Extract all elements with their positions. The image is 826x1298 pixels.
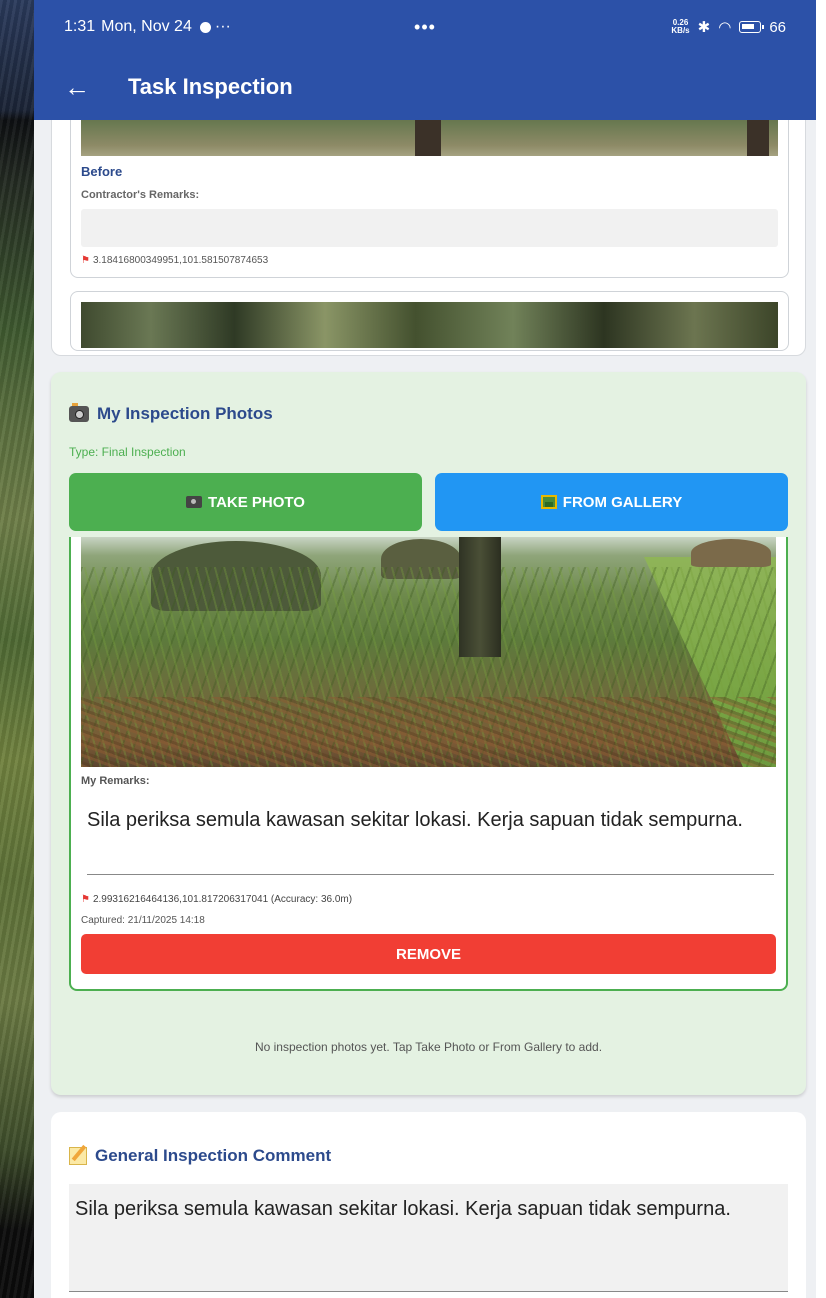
center-dots: ••• xyxy=(414,16,436,37)
general-comment-text: Sila periksa semula kawasan sekitar loka… xyxy=(75,1198,731,1220)
contractor-photo-image[interactable] xyxy=(81,120,778,156)
message-notification-icon xyxy=(199,21,211,33)
map-pin-icon: ⚑ xyxy=(81,894,90,905)
contractor-photo-image[interactable] xyxy=(81,302,778,348)
bluetooth-icon: ✱ xyxy=(697,19,711,36)
general-comment-input[interactable]: Sila periksa semula kawasan sekitar loka… xyxy=(69,1184,788,1292)
status-date: Mon, Nov 24 xyxy=(101,18,192,35)
screen-edge xyxy=(816,0,826,1298)
status-right: 0.26 KB/s ✱ ◠ 66 xyxy=(671,18,786,37)
contractor-remarks-label: Contractor's Remarks: xyxy=(81,189,200,201)
captured-timestamp: Captured: 21/11/2025 14:18 xyxy=(81,915,205,926)
page-title: Task Inspection xyxy=(128,74,293,99)
inspection-photos-title: My Inspection Photos xyxy=(69,403,273,424)
more-notifications-icon: ··· xyxy=(214,18,231,35)
empty-state-text: No inspection photos yet. Tap Take Photo… xyxy=(254,1040,603,1054)
take-photo-button[interactable]: TAKE PHOTO xyxy=(69,473,422,531)
memo-icon xyxy=(69,1147,87,1165)
photo-tree-trunk xyxy=(747,120,769,156)
my-remarks-label: My Remarks: xyxy=(81,775,150,787)
inspection-type: Type: Final Inspection xyxy=(69,445,186,459)
camera-icon xyxy=(69,403,89,422)
photo-tree-trunk xyxy=(459,537,501,657)
contractor-remarks-box xyxy=(81,209,778,247)
input-underline xyxy=(87,874,774,875)
contractor-photo-item xyxy=(70,291,789,351)
contractor-photos-card: Before Contractor's Remarks: ⚑ 3.18416800… xyxy=(51,120,806,356)
status-bar: 1:31 Mon, Nov 24 ··· ••• 0.26 KB/s ✱ ◠ 6… xyxy=(34,0,816,54)
contractor-location: ⚑ 3.18416800349951,101.581507874653 xyxy=(81,255,269,266)
battery-level: 66 xyxy=(769,18,786,36)
remove-photo-button[interactable]: REMOVE xyxy=(81,934,776,974)
inspection-photo-image[interactable] xyxy=(81,537,776,767)
photo-tree-trunk xyxy=(415,120,441,156)
wifi-icon: ◠ xyxy=(718,19,732,36)
inspection-photos-card: My Inspection Photos Type: Final Inspect… xyxy=(51,372,806,1095)
app-bar: ← Task Inspection xyxy=(34,54,816,120)
background-app-edge xyxy=(0,0,34,1298)
my-remarks-input[interactable]: Sila periksa semula kawasan sekitar loka… xyxy=(87,809,743,832)
scroll-content[interactable]: Before Contractor's Remarks: ⚑ 3.18416800… xyxy=(34,120,816,1298)
battery-icon xyxy=(739,21,765,33)
back-arrow-icon[interactable]: ← xyxy=(64,72,90,103)
inspection-photo-item: My Remarks: Sila periksa semula kawasan … xyxy=(69,537,788,991)
picture-icon xyxy=(540,495,557,509)
general-comment-card: General Inspection Comment Sila periksa … xyxy=(51,1112,806,1298)
camera-icon xyxy=(186,496,203,508)
inspection-location: ⚑ 2.99316216464136,101.817206317041 (Accu… xyxy=(81,894,353,905)
general-comment-title: General Inspection Comment xyxy=(69,1146,331,1166)
app-window: 1:31 Mon, Nov 24 ··· ••• 0.26 KB/s ✱ ◠ 6… xyxy=(34,0,816,1298)
contractor-photo-item: Before Contractor's Remarks: ⚑ 3.18416800… xyxy=(70,120,789,278)
stage-label: Before xyxy=(81,164,123,179)
map-pin-icon: ⚑ xyxy=(81,255,90,266)
status-time: 1:31 xyxy=(64,18,96,35)
network-speed: 0.26 KB/s xyxy=(671,18,690,35)
from-gallery-button[interactable]: FROM GALLERY xyxy=(435,473,788,531)
